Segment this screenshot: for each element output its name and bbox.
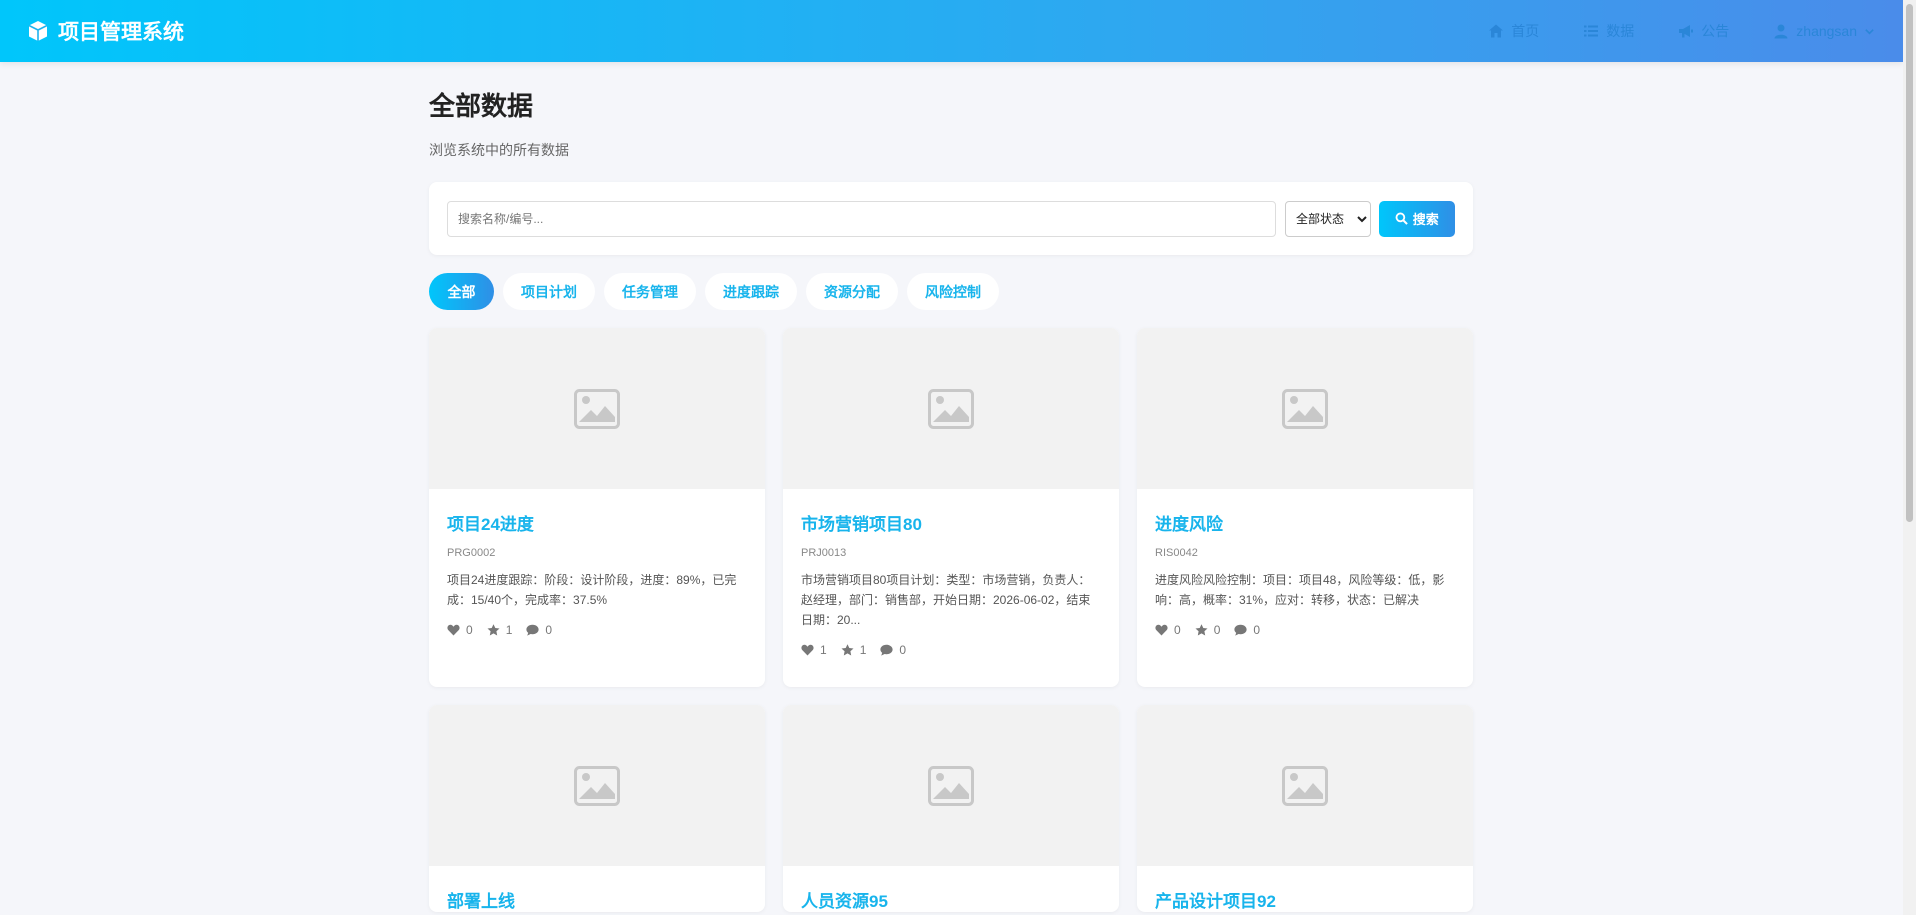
card-title[interactable]: 进度风险	[1155, 510, 1455, 535]
star-icon	[1195, 624, 1208, 636]
nav-data-label: 数据	[1606, 23, 1635, 39]
scrollbar-thumb[interactable]	[1906, 4, 1913, 522]
card-stats: 0 1 0	[447, 623, 747, 637]
list-icon	[1584, 25, 1599, 37]
comment-count: 0	[1253, 623, 1261, 637]
comment-icon	[526, 624, 539, 636]
heart-icon	[447, 624, 460, 636]
favorite-stat[interactable]: 1	[841, 643, 867, 657]
image-placeholder-icon	[1282, 765, 1328, 806]
status-select[interactable]: 全部状态	[1285, 200, 1371, 237]
card-image-placeholder	[1137, 705, 1473, 866]
tab-progress-tracking[interactable]: 进度跟踪	[705, 273, 797, 310]
comment-icon	[1234, 624, 1247, 636]
tab-project-plan[interactable]: 项目计划	[503, 273, 595, 310]
card-stats: 0 0 0	[1155, 623, 1455, 637]
star-icon	[487, 624, 500, 636]
comment-stat[interactable]: 0	[526, 623, 552, 637]
favorite-count: 1	[859, 643, 867, 657]
search-icon	[1395, 212, 1408, 225]
page-subtitle: 浏览系统中的所有数据	[429, 142, 569, 158]
card-code: RIS0042	[1155, 547, 1198, 559]
top-navbar: 项目管理系统 首页 数据 公告 zhangsan	[0, 0, 1903, 62]
username: zhangsan	[1796, 23, 1857, 39]
card-title[interactable]: 部署上线	[447, 887, 747, 912]
tab-resource-allocation[interactable]: 资源分配	[806, 273, 898, 310]
cube-icon	[28, 21, 48, 41]
card-title[interactable]: 市场营销项目80	[801, 510, 1101, 535]
like-stat[interactable]: 1	[801, 643, 827, 657]
card-code: PRJ0013	[801, 547, 847, 559]
favorite-count: 1	[505, 623, 513, 637]
nav-home-label: 首页	[1511, 23, 1540, 39]
home-icon	[1489, 24, 1504, 38]
like-count: 0	[466, 623, 473, 637]
like-count: 0	[1174, 623, 1181, 637]
card-title[interactable]: 人员资源95	[801, 887, 1101, 912]
image-placeholder-icon	[574, 388, 620, 429]
category-tabs: 全部 项目计划 任务管理 进度跟踪 资源分配 风险控制	[429, 273, 1473, 310]
nav-item-home[interactable]: 首页	[1488, 21, 1539, 41]
like-stat[interactable]: 0	[1155, 623, 1181, 637]
search-button-label: 搜索	[1412, 212, 1439, 227]
user-menu[interactable]: zhangsan	[1773, 23, 1875, 39]
heart-icon	[1155, 624, 1168, 636]
main-nav: 首页 数据 公告 zhangsan	[1488, 21, 1875, 41]
image-placeholder-icon	[574, 765, 620, 806]
user-icon	[1774, 24, 1788, 39]
card-code: PRG0002	[447, 547, 496, 559]
image-placeholder-icon	[1282, 388, 1328, 429]
like-count: 1	[820, 643, 827, 657]
tab-all[interactable]: 全部	[429, 273, 494, 310]
heart-icon	[801, 644, 814, 656]
card-description: 市场营销项目80项目计划：类型：市场营销，负责人：赵经理，部门：销售部，开始日期…	[801, 573, 1091, 627]
brand-title: 项目管理系统	[58, 21, 184, 44]
card-description: 进度风险风险控制：项目：项目48，风险等级：低，影响：高，概率：31%，应对：转…	[1155, 573, 1445, 607]
page-scrollbar[interactable]	[1903, 0, 1916, 915]
nav-item-data[interactable]: 数据	[1583, 21, 1634, 41]
brand[interactable]: 项目管理系统	[26, 16, 184, 46]
data-card[interactable]: 部署上线	[429, 705, 765, 912]
data-card[interactable]: 项目24进度 PRG0002 项目24进度跟踪：阶段：设计阶段，进度：89%，已…	[429, 328, 765, 687]
card-title[interactable]: 产品设计项目92	[1155, 887, 1455, 912]
card-image-placeholder	[429, 705, 765, 866]
card-description: 项目24进度跟踪：阶段：设计阶段，进度：89%，已完成：15/40个，完成率：3…	[447, 573, 737, 607]
card-stats: 1 1 0	[801, 643, 1101, 657]
star-icon	[841, 644, 854, 656]
comment-count: 0	[545, 623, 553, 637]
card-image-placeholder	[1137, 328, 1473, 489]
search-input[interactable]	[447, 200, 1276, 237]
nav-item-notice[interactable]: 公告	[1678, 21, 1729, 41]
search-button[interactable]: 搜索	[1378, 200, 1455, 237]
like-stat[interactable]: 0	[447, 623, 473, 637]
favorite-stat[interactable]: 1	[487, 623, 513, 637]
main-content: 全部数据 浏览系统中的所有数据 全部状态 搜索 全部 项目计划 任务管理 进度跟…	[429, 62, 1473, 912]
card-image-placeholder	[783, 328, 1119, 489]
comment-stat[interactable]: 0	[880, 643, 906, 657]
image-placeholder-icon	[928, 388, 974, 429]
card-image-placeholder	[783, 705, 1119, 866]
card-title[interactable]: 项目24进度	[447, 510, 747, 535]
data-card[interactable]: 人员资源95	[783, 705, 1119, 912]
data-card[interactable]: 市场营销项目80 PRJ0013 市场营销项目80项目计划：类型：市场营销，负责…	[783, 328, 1119, 687]
data-card[interactable]: 进度风险 RIS0042 进度风险风险控制：项目：项目48，风险等级：低，影响：…	[1137, 328, 1473, 687]
comment-icon	[880, 644, 893, 656]
megaphone-icon	[1679, 25, 1694, 38]
data-card[interactable]: 产品设计项目92	[1137, 705, 1473, 912]
comment-count: 0	[899, 643, 907, 657]
card-image-placeholder	[429, 328, 765, 489]
tab-task-management[interactable]: 任务管理	[604, 273, 696, 310]
comment-stat[interactable]: 0	[1234, 623, 1260, 637]
favorite-count: 0	[1213, 623, 1221, 637]
image-placeholder-icon	[928, 765, 974, 806]
card-grid: 项目24进度 PRG0002 项目24进度跟踪：阶段：设计阶段，进度：89%，已…	[429, 328, 1473, 912]
nav-notice-label: 公告	[1701, 23, 1730, 39]
page-title: 全部数据	[429, 91, 534, 121]
chevron-down-icon	[1865, 28, 1874, 35]
tab-risk-control[interactable]: 风险控制	[907, 273, 999, 310]
favorite-stat[interactable]: 0	[1195, 623, 1221, 637]
search-panel: 全部状态 搜索	[429, 182, 1473, 255]
